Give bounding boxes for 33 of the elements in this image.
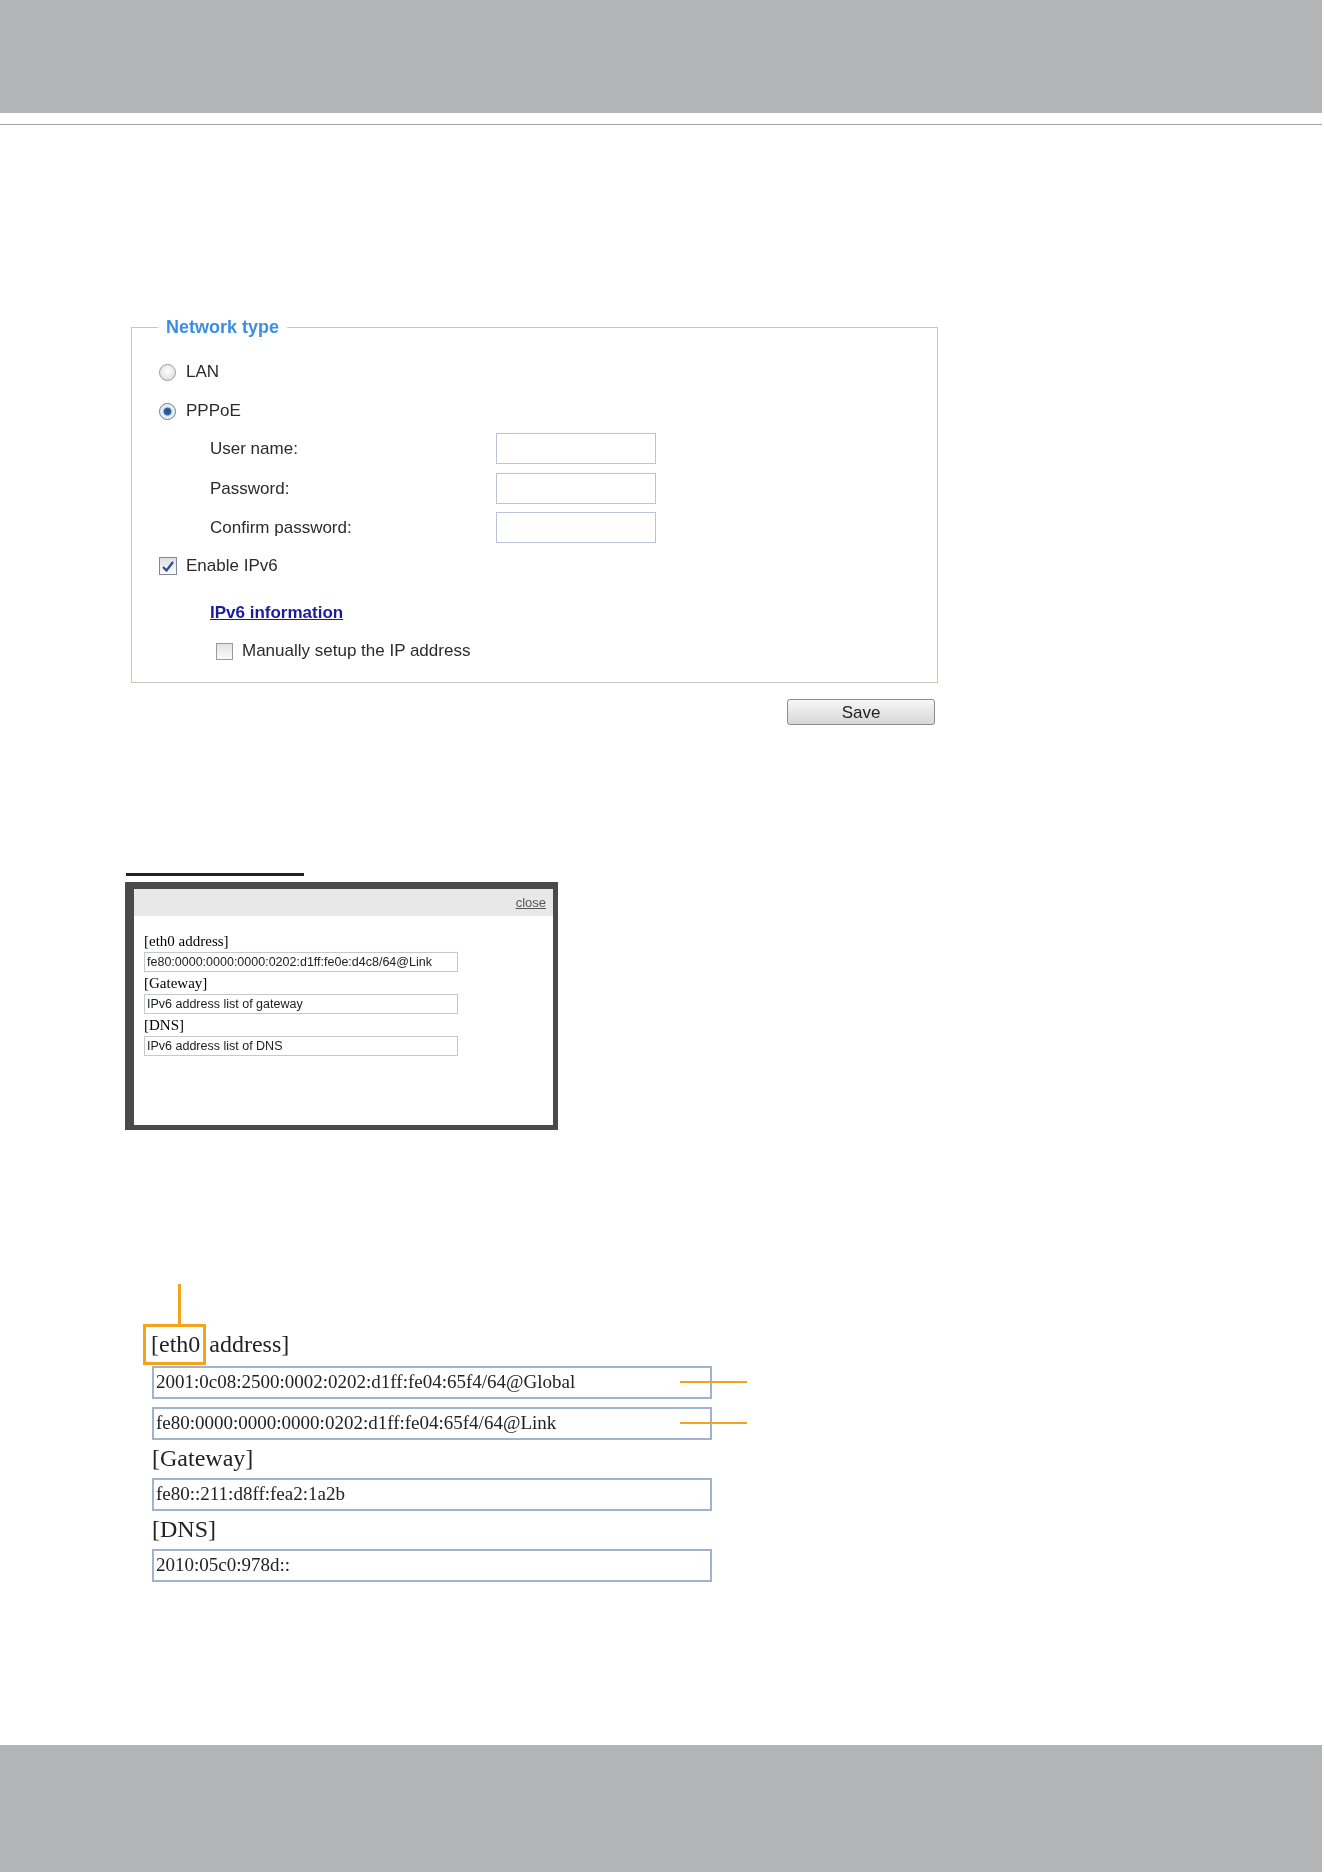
- field-label: Password:: [210, 477, 291, 500]
- address-field[interactable]: fe80:0000:0000:0000:0202:d1ff:fe04:65f4/64@Link: [152, 1407, 712, 1440]
- checkbox-label[interactable]: Manually setup the IP address: [242, 638, 471, 664]
- section-heading: [DNS]: [144, 1016, 184, 1035]
- section-title: Network type: [165, 317, 281, 337]
- address-field[interactable]: 2010:05c0:978d::: [152, 1549, 712, 1582]
- address-field[interactable]: IPv6 address list of DNS: [144, 1036, 458, 1056]
- address-field[interactable]: 2001:0c08:2500:0002:0202:d1ff:fe04:65f4/64@Global: [152, 1366, 712, 1399]
- radio-label[interactable]: LAN: [186, 359, 220, 385]
- address-field[interactable]: fe80:0000:0000:0000:0202:d1ff:fe0e:d4c8/64@Link: [144, 952, 458, 972]
- checkmark-icon: [162, 560, 174, 572]
- input-field[interactable]: [496, 473, 656, 504]
- save-button[interactable]: Save: [787, 699, 935, 725]
- section-heading: address]: [209, 1330, 290, 1359]
- ipv6-information-link[interactable]: IPv6 information: [210, 600, 344, 626]
- radio-button[interactable]: [159, 363, 176, 381]
- close-link[interactable]: close: [515, 892, 546, 913]
- field-label: User name:: [210, 437, 299, 460]
- section-heading: [DNS]: [152, 1515, 216, 1544]
- field-label: Confirm password:: [210, 516, 353, 539]
- callout-line: [178, 1284, 181, 1324]
- input-field[interactable]: [496, 433, 656, 464]
- section-heading: [Gateway]: [144, 974, 208, 993]
- radio-button[interactable]: [159, 402, 176, 420]
- checkbox[interactable]: [159, 557, 177, 575]
- section-heading: [Gateway]: [152, 1444, 254, 1473]
- address-field[interactable]: fe80::211:d8ff:fea2:1a2b: [152, 1478, 712, 1511]
- checkbox[interactable]: [216, 642, 233, 660]
- input-field[interactable]: [496, 512, 656, 543]
- checkbox-label[interactable]: Enable IPv6: [186, 553, 278, 579]
- section-heading: [eth0 address]: [144, 932, 229, 951]
- address-field[interactable]: IPv6 address list of gateway: [144, 994, 458, 1014]
- radio-label[interactable]: PPPoE: [186, 398, 241, 424]
